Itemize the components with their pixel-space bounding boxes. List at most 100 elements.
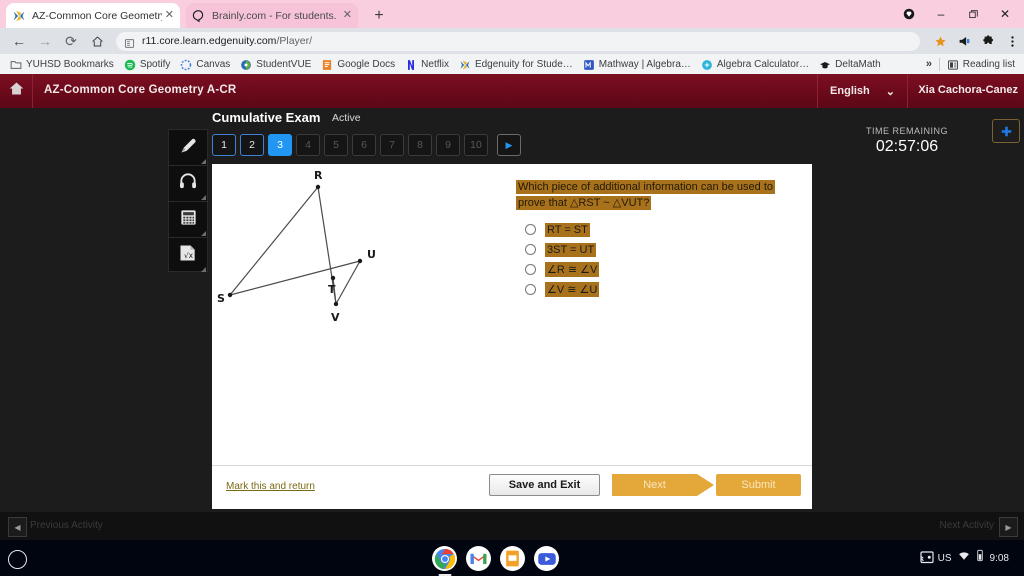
radio-button[interactable] [525, 264, 536, 275]
youtube-icon[interactable] [534, 546, 559, 571]
home-icon [8, 80, 25, 102]
megaphone-icon[interactable] [952, 28, 976, 54]
previous-activity-button[interactable]: ◀ [8, 517, 27, 537]
browser-tab-inactive[interactable]: Brainly.com - For students. By st ✕ [186, 3, 358, 28]
launcher-icon[interactable] [8, 550, 27, 569]
question-button-10[interactable]: 10 [464, 134, 488, 156]
question-footer: Mark this and return Save and Exit Next … [212, 465, 812, 509]
edgenuity-icon [459, 58, 471, 70]
question-button-1[interactable]: 1 [212, 134, 236, 156]
next-questions-button[interactable]: ▶ [497, 134, 521, 156]
maximize-button[interactable] [958, 0, 988, 28]
bookmarks-overflow-button[interactable]: » [926, 58, 932, 70]
close-button[interactable]: ✕ [990, 0, 1020, 28]
bookmark-item[interactable]: Algebra Calculator… [696, 54, 814, 74]
bookmark-item[interactable]: YUHSD Bookmarks [5, 54, 119, 74]
diagram-label-T: T [328, 283, 336, 296]
brainly-icon [192, 9, 206, 23]
forward-button[interactable]: → [32, 28, 58, 54]
algebra-calculator-icon [701, 58, 713, 70]
question-button-5[interactable]: 5 [324, 134, 348, 156]
bookmark-item[interactable]: Spotify [119, 54, 176, 74]
user-name[interactable]: Xia Cachora-Canez [918, 84, 1018, 96]
bookmark-item[interactable]: Netflix [400, 54, 454, 74]
question-button-2[interactable]: 2 [240, 134, 264, 156]
question-button-3[interactable]: 3 [268, 134, 292, 156]
highlighter-tool[interactable] [169, 130, 207, 166]
radio-button[interactable] [525, 224, 536, 235]
question-button-6[interactable]: 6 [352, 134, 376, 156]
answer-option-3[interactable]: ∠R ≅ ∠V [516, 260, 786, 279]
extensions-puzzle-icon[interactable] [976, 28, 1000, 54]
bookmark-item[interactable]: StudentVUE [235, 54, 316, 74]
answer-label: ∠V ≅ ∠U [545, 282, 600, 297]
canvas-icon [180, 58, 192, 71]
chrome-icon[interactable] [432, 546, 457, 576]
question-button-8[interactable]: 8 [408, 134, 432, 156]
bookmark-star-icon[interactable] [928, 28, 952, 54]
chrome-menu-icon[interactable] [1000, 28, 1024, 54]
google-slides-icon[interactable] [500, 546, 525, 571]
wifi-icon [958, 549, 970, 567]
google-docs-icon [321, 58, 333, 70]
browser-tab-strip: AZ-Common Core Geometry A-C ✕ Brainly.co… [0, 0, 1024, 28]
reading-list-button[interactable]: Reading list [942, 54, 1020, 74]
language-selector[interactable]: English ⌄ [817, 74, 908, 108]
question-button-9[interactable]: 9 [436, 134, 460, 156]
svg-text:√x: √x [184, 251, 194, 260]
locale-label: US [937, 552, 952, 564]
back-button[interactable]: ← [6, 28, 32, 54]
browser-tab-active[interactable]: AZ-Common Core Geometry A-C ✕ [6, 3, 180, 28]
diagram-label-R: R [314, 169, 323, 182]
minimize-button[interactable]: – [926, 0, 956, 28]
profile-icon[interactable] [894, 0, 924, 28]
headphones-icon [178, 171, 198, 196]
question-button-7[interactable]: 7 [380, 134, 404, 156]
gmail-icon[interactable] [466, 546, 491, 571]
bookmarks-divider [939, 57, 940, 71]
browser-toolbar: ← → ⟳ r11.core.learn.edgenuity.com/Playe… [0, 28, 1024, 54]
answer-option-4[interactable]: ∠V ≅ ∠U [516, 280, 786, 299]
add-button[interactable] [992, 119, 1020, 143]
next-button[interactable]: Next [612, 474, 714, 496]
deltamath-icon [819, 58, 831, 70]
answer-option-2[interactable]: 3ST = UT [516, 240, 786, 259]
reload-button[interactable]: ⟳ [58, 28, 84, 54]
corner-marker [201, 267, 206, 272]
address-bar[interactable]: r11.core.learn.edgenuity.com/Player/ [116, 31, 920, 51]
close-icon[interactable]: ✕ [165, 10, 174, 21]
diagram-label-V: V [331, 311, 340, 324]
bookmark-item[interactable]: Mathway | Algebra… [578, 54, 696, 74]
calculator-tool[interactable] [169, 202, 207, 238]
status-tray[interactable]: US 9:08 [929, 546, 1018, 570]
clock-label: 9:08 [989, 552, 1009, 564]
close-icon[interactable]: ✕ [343, 10, 352, 21]
tool-rail: √x [168, 129, 208, 272]
next-activity-button[interactable]: ▶ [999, 517, 1018, 537]
previous-activity-label: Previous Activity [30, 520, 103, 531]
exam-title: Cumulative Exam [212, 110, 321, 125]
edgenuity-icon [12, 9, 26, 23]
bookmark-item[interactable]: Edgenuity for Stude… [454, 54, 578, 74]
radio-button[interactable] [525, 284, 536, 295]
audio-tool[interactable] [169, 166, 207, 202]
next-activity-label: Next Activity [939, 520, 994, 531]
site-info-icon[interactable] [124, 36, 135, 48]
submit-button[interactable]: Submit [716, 474, 801, 496]
answer-option-1[interactable]: RT = ST [516, 220, 786, 239]
home-button[interactable] [0, 74, 33, 108]
question-button-4[interactable]: 4 [296, 134, 320, 156]
mark-and-return-link[interactable]: Mark this and return [226, 481, 315, 492]
radio-button[interactable] [525, 244, 536, 255]
bookmark-item[interactable]: Canvas [175, 54, 235, 74]
home-button[interactable] [84, 28, 110, 54]
formula-tool[interactable]: √x [169, 238, 207, 273]
question-card: R S T U V Which piece of additional info… [212, 164, 812, 509]
new-tab-button[interactable]: + [368, 5, 390, 27]
bookmark-item[interactable]: DeltaMath [814, 54, 886, 74]
diagram-label-S: S [217, 292, 225, 305]
bookmark-item[interactable]: Google Docs [316, 54, 400, 74]
save-and-exit-button[interactable]: Save and Exit [489, 474, 600, 496]
folder-icon [10, 58, 22, 70]
mathway-icon [583, 58, 595, 70]
